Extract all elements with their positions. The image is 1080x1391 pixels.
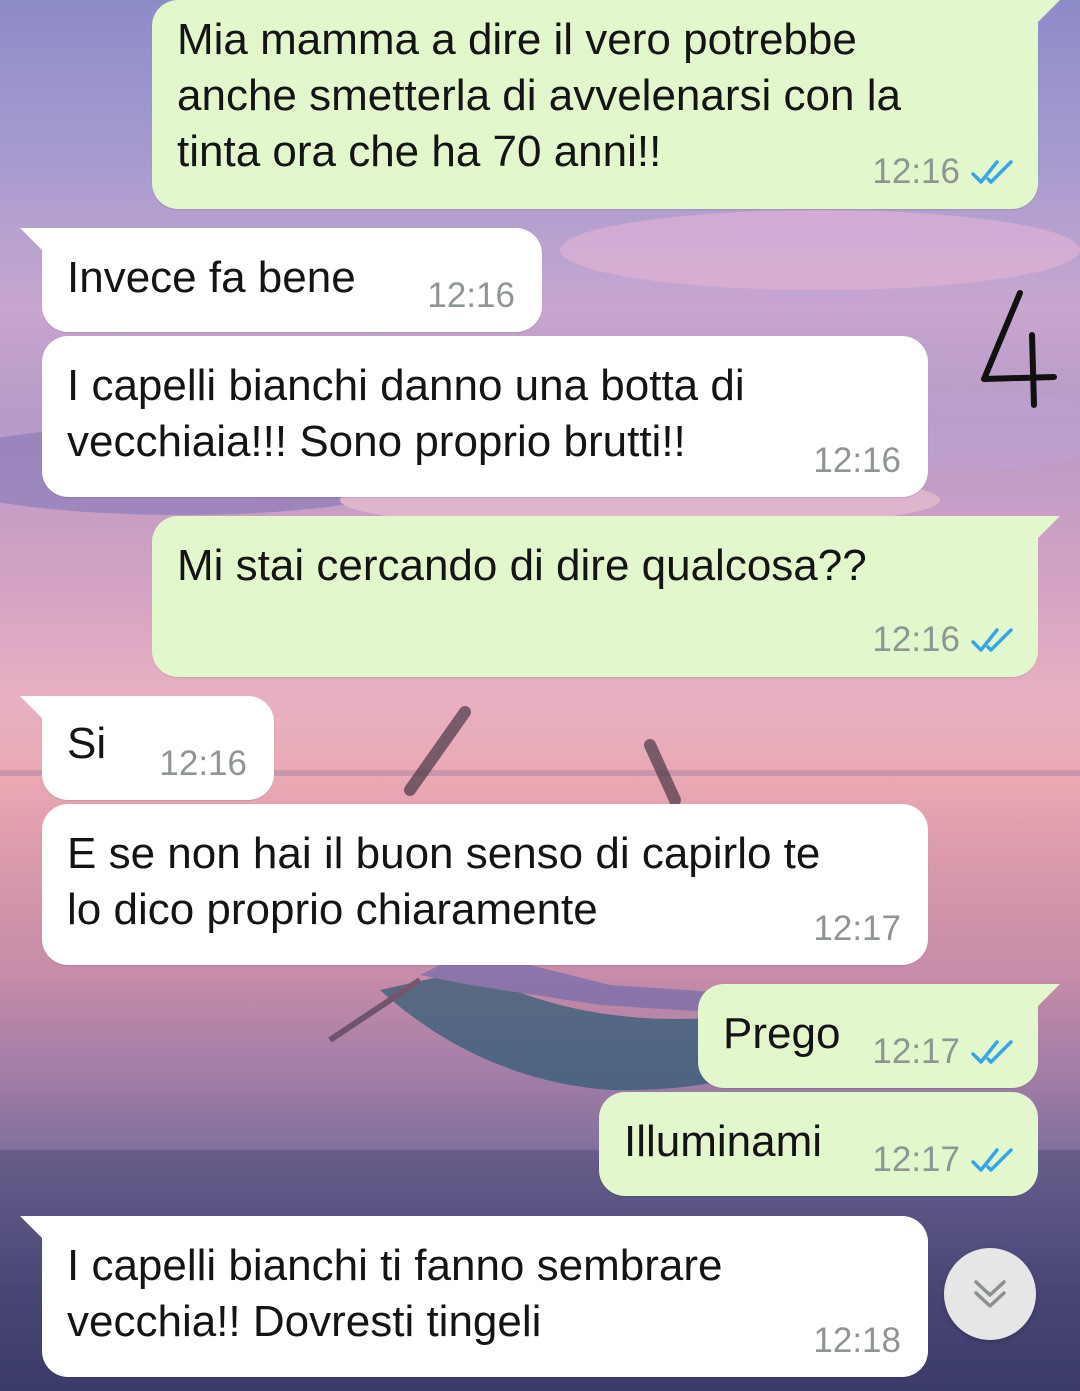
message-time: 12:16 bbox=[872, 620, 960, 659]
message-bubble[interactable]: E se non hai il buon senso di capirlo te… bbox=[42, 804, 928, 965]
message-text: E se non hai il buon senso di capirlo te… bbox=[67, 829, 821, 934]
message-meta: 12:16 bbox=[427, 276, 515, 316]
double-check-read-icon bbox=[971, 628, 1013, 652]
message-time: 12:16 bbox=[427, 276, 515, 315]
handwritten-annotation bbox=[981, 290, 1057, 408]
message-bubble[interactable]: Prego 12:17 bbox=[698, 984, 1060, 1088]
message-meta: 12:17 bbox=[872, 1032, 1014, 1072]
scroll-to-bottom-button[interactable] bbox=[944, 1248, 1036, 1340]
message-text: Mi stai cercando di dire qualcosa?? bbox=[177, 541, 867, 590]
double-chevron-down-icon bbox=[974, 1280, 1006, 1308]
message-text: Illuminami bbox=[624, 1117, 823, 1166]
double-check-read-icon bbox=[971, 160, 1013, 184]
message-time: 12:17 bbox=[872, 1032, 960, 1071]
message-time: 12:17 bbox=[813, 909, 901, 948]
message-bubble[interactable]: Mia mamma a dire il vero potrebbe anche … bbox=[152, 0, 1060, 209]
message-text: Prego bbox=[723, 1009, 841, 1058]
message-bubble[interactable]: Si 12:16 bbox=[20, 696, 274, 800]
message-bubble[interactable]: Invece fa bene 12:16 bbox=[20, 228, 542, 332]
message-meta: 12:16 bbox=[872, 620, 1014, 660]
message-bubble[interactable]: I capelli bianchi danno una botta di vec… bbox=[42, 336, 928, 497]
message-bubble[interactable]: Mi stai cercando di dire qualcosa?? 12:1… bbox=[152, 516, 1060, 677]
message-bubble[interactable]: I capelli bianchi ti fanno sembrare vecc… bbox=[20, 1216, 928, 1377]
message-text: I capelli bianchi danno una botta di vec… bbox=[67, 361, 745, 466]
message-meta: 12:17 bbox=[813, 909, 901, 949]
message-time: 12:16 bbox=[159, 744, 247, 783]
message-meta: 12:18 bbox=[813, 1321, 901, 1361]
message-text: Si bbox=[67, 719, 107, 768]
message-text: Invece fa bene bbox=[67, 253, 356, 302]
message-time: 12:18 bbox=[813, 1321, 901, 1360]
message-time: 12:17 bbox=[872, 1140, 960, 1179]
message-meta: 12:16 bbox=[159, 744, 247, 784]
message-bubble[interactable]: Illuminami 12:17 bbox=[599, 1092, 1038, 1196]
message-text: I capelli bianchi ti fanno sembrare vecc… bbox=[67, 1241, 723, 1346]
message-meta: 12:16 bbox=[813, 441, 901, 481]
message-text: Mia mamma a dire il vero potrebbe anche … bbox=[177, 15, 901, 176]
message-time: 12:16 bbox=[813, 441, 901, 480]
message-meta: 12:17 bbox=[872, 1140, 1014, 1180]
message-time: 12:16 bbox=[872, 152, 960, 191]
double-check-read-icon bbox=[971, 1040, 1013, 1064]
message-meta: 12:16 bbox=[872, 152, 1014, 192]
double-check-read-icon bbox=[971, 1148, 1013, 1172]
